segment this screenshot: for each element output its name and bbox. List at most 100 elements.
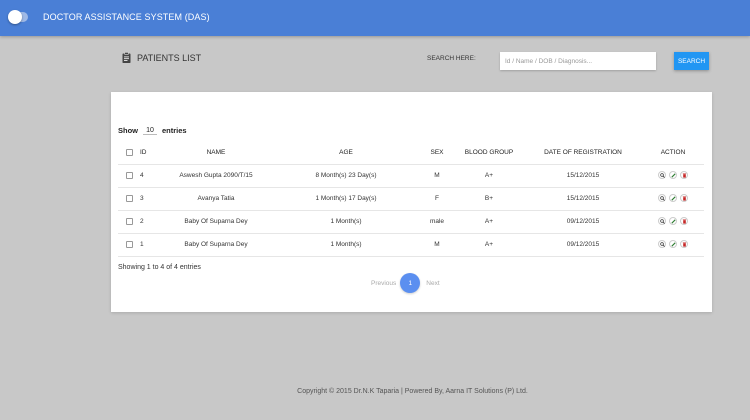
table-row[interactable]: 3 Avanya Tatia 1 Month(s) 17 Day(s) F B+ 15/1… [118, 187, 704, 211]
row-checkbox[interactable] [125, 240, 133, 248]
cell-name: Avanya Tatia [160, 187, 272, 211]
column-header-id[interactable]: ID [140, 142, 160, 165]
search-button[interactable] [658, 171, 666, 180]
cell-name: Aswesh Gupta 2090/T/15 [160, 164, 272, 188]
search-icon [659, 242, 665, 247]
cell-name: Baby Of Suparna Dey [160, 233, 272, 257]
search-button[interactable]: SEARCH [674, 52, 709, 70]
delete-icon [682, 173, 687, 178]
search-icon [659, 173, 665, 178]
select-all-checkbox[interactable] [125, 149, 133, 157]
search-icon [659, 219, 665, 224]
cell-registration-date: 09/12/2015 [524, 233, 642, 257]
entries-label: entries [162, 126, 187, 135]
edit-icon [670, 242, 676, 247]
patients-table-card: Show 10 entries ID NAME AGE SEX BLOOD GR… [111, 92, 712, 312]
column-header-action: ACTION [642, 142, 704, 165]
search-button[interactable] [658, 217, 666, 226]
cell-sex: male [420, 210, 454, 234]
edit-button[interactable] [669, 217, 677, 226]
entries-length-control: Show 10 entries [118, 126, 187, 135]
next-page-button[interactable]: Next [426, 280, 439, 287]
column-header-blood-group[interactable]: BLOOD GROUP [454, 142, 524, 165]
clipboard-icon [122, 52, 131, 63]
column-header-sex[interactable]: SEX [420, 142, 454, 165]
page-1-button[interactable]: 1 [400, 273, 421, 293]
row-actions [658, 194, 688, 203]
delete-button[interactable] [680, 240, 688, 249]
row-select-cell [118, 233, 140, 257]
cell-name: Baby Of Suparna Dey [160, 210, 272, 234]
cell-sex: F [420, 187, 454, 211]
cell-sex: M [420, 164, 454, 188]
cell-id: 2 [140, 210, 160, 234]
row-actions-cell [642, 164, 704, 188]
table-row[interactable]: 4 Aswesh Gupta 2090/T/15 8 Month(s) 23 Day… [118, 164, 704, 188]
row-checkbox[interactable] [125, 217, 133, 225]
edit-button[interactable] [669, 171, 677, 180]
edit-icon [670, 196, 676, 201]
toggle-knob [8, 10, 22, 24]
column-header-registration-date[interactable]: DATE OF REGISTRATION [524, 142, 642, 165]
cell-age: 1 Month(s) [272, 233, 420, 257]
search-button[interactable] [658, 194, 666, 203]
cell-id: 3 [140, 187, 160, 211]
cell-age: 1 Month(s) [272, 210, 420, 234]
page-title: PATIENTS LIST [137, 52, 202, 63]
table-row[interactable]: 2 Baby Of Suparna Dey 1 Month(s) male A+ 09/1… [118, 210, 704, 234]
cell-age: 8 Month(s) 23 Day(s) [272, 164, 420, 188]
row-actions-cell [642, 187, 704, 211]
cell-blood-group: A+ [454, 210, 524, 234]
cell-registration-date: 15/12/2015 [524, 187, 642, 211]
row-actions [658, 171, 688, 180]
row-actions-cell [642, 233, 704, 257]
delete-icon [682, 242, 687, 247]
edit-button[interactable] [669, 194, 677, 203]
edit-icon [670, 219, 676, 224]
row-select-cell [118, 164, 140, 188]
cell-sex: M [420, 233, 454, 257]
cell-registration-date: 09/12/2015 [524, 210, 642, 234]
cell-blood-group: A+ [454, 164, 524, 188]
menu-toggle-switch[interactable] [8, 10, 28, 24]
cell-registration-date: 15/12/2015 [524, 164, 642, 188]
cell-id: 1 [140, 233, 160, 257]
cell-blood-group: A+ [454, 233, 524, 257]
search-input[interactable] [500, 52, 656, 70]
search-icon [659, 196, 665, 201]
previous-page-button[interactable]: Previous [371, 280, 396, 287]
edit-icon [670, 173, 676, 178]
row-checkbox[interactable] [125, 171, 133, 179]
delete-button[interactable] [680, 217, 688, 226]
top-app-bar: DOCTOR ASSISTANCE SYSTEM (DAS) [0, 0, 750, 36]
row-select-cell [118, 187, 140, 211]
entries-select[interactable]: 10 [143, 127, 157, 135]
row-actions [658, 217, 688, 226]
table-info: Showing 1 to 4 of 4 entries [118, 264, 201, 271]
row-actions-cell [642, 210, 704, 234]
pagination: Previous 1 Next [371, 273, 440, 293]
footer-copyright: Copyright © 2015 Dr.N.K Taparia | Powere… [297, 388, 528, 395]
delete-icon [682, 196, 687, 201]
search-label: SEARCH HERE: [427, 55, 476, 62]
page-header: PATIENTS LIST [122, 52, 201, 63]
table-row[interactable]: 1 Baby Of Suparna Dey 1 Month(s) M A+ 09/12/2… [118, 233, 704, 257]
edit-button[interactable] [669, 240, 677, 249]
app-title: DOCTOR ASSISTANCE SYSTEM (DAS) [43, 12, 210, 22]
select-all-cell [118, 142, 140, 165]
delete-button[interactable] [680, 194, 688, 203]
cell-id: 4 [140, 164, 160, 188]
row-select-cell [118, 210, 140, 234]
column-header-name[interactable]: NAME [160, 142, 272, 165]
table-body: 4 Aswesh Gupta 2090/T/15 8 Month(s) 23 Day… [118, 164, 704, 257]
delete-icon [682, 219, 687, 224]
row-checkbox[interactable] [125, 194, 133, 202]
column-header-age[interactable]: AGE [272, 142, 420, 165]
cell-age: 1 Month(s) 17 Day(s) [272, 187, 420, 211]
show-label: Show [118, 126, 138, 135]
row-actions [658, 240, 688, 249]
table-header-row: ID NAME AGE SEX BLOOD GROUP DATE OF REGI… [118, 142, 704, 165]
delete-button[interactable] [680, 171, 688, 180]
cell-blood-group: B+ [454, 187, 524, 211]
search-button[interactable] [658, 240, 666, 249]
